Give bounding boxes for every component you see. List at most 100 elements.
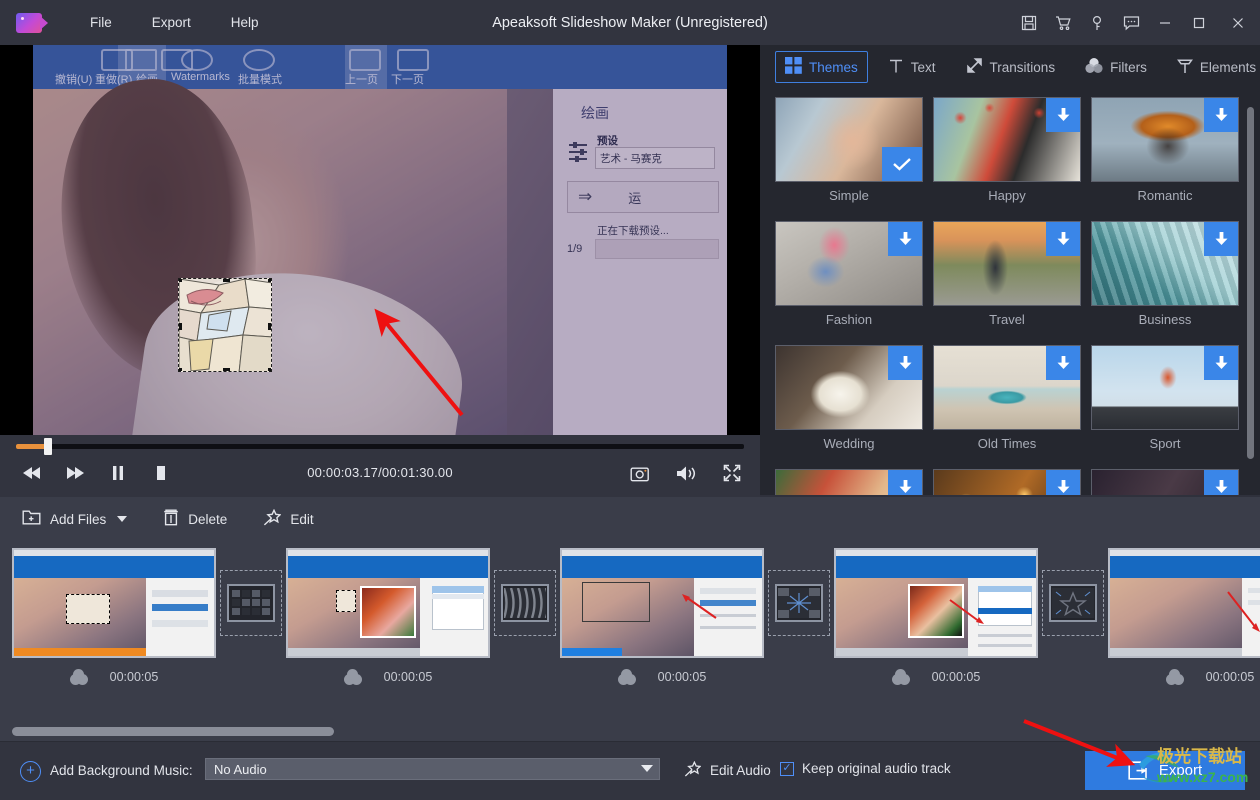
transition-slot[interactable]: [768, 548, 830, 658]
theme-thumbnail[interactable]: [775, 469, 923, 495]
timeline-clip[interactable]: 00:00:05: [1108, 548, 1260, 685]
theme-thumbnail[interactable]: [1091, 345, 1239, 430]
transition-slot[interactable]: [220, 548, 282, 658]
save-icon[interactable]: [1012, 0, 1046, 45]
blinds-transition-icon[interactable]: [501, 584, 549, 622]
download-badge[interactable]: [1046, 222, 1080, 256]
add-files-button[interactable]: Add Files: [22, 509, 128, 529]
resize-handle[interactable]: [179, 368, 182, 371]
star-transition-icon[interactable]: [1049, 584, 1097, 622]
timeline[interactable]: 00:00:05 00:00:05 00:00:05 00:00:05 00:0…: [0, 541, 1260, 741]
menu-item-file[interactable]: File: [70, 11, 132, 34]
theme-thumbnail[interactable]: [933, 97, 1081, 182]
theme-card[interactable]: Wedding: [775, 345, 923, 451]
tab-elements[interactable]: Elements: [1167, 51, 1260, 83]
resize-handle[interactable]: [268, 323, 271, 330]
theme-card[interactable]: Romantic: [1091, 97, 1239, 203]
resize-handle[interactable]: [179, 323, 182, 330]
filter-blob-icon[interactable]: [343, 669, 362, 685]
filter-blob-icon[interactable]: [891, 669, 910, 685]
menu-item-export[interactable]: Export: [132, 11, 211, 34]
tab-filters[interactable]: Filters: [1075, 51, 1157, 83]
theme-thumbnail[interactable]: [933, 469, 1081, 495]
chevron-down-icon[interactable]: [117, 516, 128, 522]
themes-scrollbar[interactable]: [1247, 107, 1254, 479]
clip-thumbnail[interactable]: [12, 548, 216, 658]
timeline-clip[interactable]: 00:00:05: [286, 548, 490, 685]
edit-button[interactable]: Edit: [263, 508, 314, 529]
zoom-out-transition-icon[interactable]: [775, 584, 823, 622]
timeline-clip[interactable]: 00:00:05: [12, 548, 216, 685]
filter-blob-icon[interactable]: [69, 669, 88, 685]
fullscreen-icon[interactable]: [720, 461, 744, 485]
theme-card[interactable]: Business: [1091, 221, 1239, 327]
cart-icon[interactable]: [1046, 0, 1080, 45]
theme-thumbnail[interactable]: [1091, 469, 1239, 495]
themes-scrollbar-thumb[interactable]: [1247, 107, 1254, 459]
theme-card[interactable]: [933, 469, 1081, 495]
download-badge[interactable]: [1046, 470, 1080, 495]
edit-audio-button[interactable]: Edit Audio: [684, 760, 771, 780]
theme-card[interactable]: [775, 469, 923, 495]
tab-transitions[interactable]: Transitions: [956, 51, 1066, 83]
seek-handle[interactable]: [44, 438, 52, 455]
timeline-clip[interactable]: 00:00:05: [560, 548, 764, 685]
themes-scroll-area[interactable]: Simple Happy Romantic Fashion Travel Bus…: [760, 89, 1260, 495]
key-icon[interactable]: [1080, 0, 1114, 45]
download-badge[interactable]: [888, 346, 922, 380]
transition-slot[interactable]: [1042, 548, 1104, 658]
clip-thumbnail[interactable]: [1108, 548, 1260, 658]
theme-thumbnail[interactable]: [933, 345, 1081, 430]
download-badge[interactable]: [888, 470, 922, 495]
clip-thumbnail[interactable]: [560, 548, 764, 658]
volume-icon[interactable]: [674, 461, 698, 485]
theme-thumbnail[interactable]: [775, 221, 923, 306]
transition-slot[interactable]: [494, 548, 556, 658]
export-button[interactable]: Export: [1085, 751, 1245, 790]
menu-item-help[interactable]: Help: [211, 11, 279, 34]
timeline-clip[interactable]: 00:00:05: [834, 548, 1038, 685]
audio-select[interactable]: No Audio: [205, 758, 660, 780]
resize-handle[interactable]: [268, 368, 271, 371]
download-badge[interactable]: [1046, 98, 1080, 132]
download-badge[interactable]: [1204, 98, 1238, 132]
download-badge[interactable]: [1204, 346, 1238, 380]
theme-thumbnail[interactable]: [1091, 221, 1239, 306]
download-badge[interactable]: [1204, 222, 1238, 256]
add-music-icon[interactable]: +: [20, 761, 41, 782]
resize-handle[interactable]: [179, 279, 182, 282]
download-badge[interactable]: [888, 222, 922, 256]
mosaic-transition-icon[interactable]: [227, 584, 275, 622]
theme-card[interactable]: Fashion: [775, 221, 923, 327]
close-icon[interactable]: [1216, 0, 1260, 45]
theme-thumbnail[interactable]: [933, 221, 1081, 306]
resize-handle[interactable]: [268, 279, 271, 282]
filter-blob-icon[interactable]: [1165, 669, 1184, 685]
chevron-down-icon[interactable]: [641, 765, 653, 772]
seek-slider[interactable]: [16, 438, 744, 455]
theme-thumbnail[interactable]: [775, 345, 923, 430]
download-badge[interactable]: [1046, 346, 1080, 380]
timeline-scrollbar-thumb[interactable]: [12, 727, 334, 736]
delete-button[interactable]: Delete: [163, 509, 227, 529]
theme-card[interactable]: Old Times: [933, 345, 1081, 451]
theme-thumbnail[interactable]: [775, 97, 923, 182]
timeline-scrollbar[interactable]: [12, 727, 1248, 736]
minimize-icon[interactable]: [1148, 0, 1182, 45]
filter-blob-icon[interactable]: [617, 669, 636, 685]
theme-card[interactable]: [1091, 469, 1239, 495]
selection-marquee[interactable]: [178, 278, 272, 372]
maximize-icon[interactable]: [1182, 0, 1216, 45]
resize-handle[interactable]: [223, 368, 230, 371]
snapshot-icon[interactable]: [628, 461, 652, 485]
preview-area[interactable]: 撤销(U) 重做(R) 绘画 Watermarks 批量模式 上一页 下一页 绘…: [0, 45, 760, 435]
theme-card[interactable]: Simple: [775, 97, 923, 203]
theme-card[interactable]: Happy: [933, 97, 1081, 203]
theme-card[interactable]: Travel: [933, 221, 1081, 327]
clip-thumbnail[interactable]: [834, 548, 1038, 658]
download-badge[interactable]: [1204, 470, 1238, 495]
keep-original-audio-checkbox[interactable]: ✓ Keep original audio track: [780, 761, 951, 776]
feedback-icon[interactable]: [1114, 0, 1148, 45]
theme-thumbnail[interactable]: [1091, 97, 1239, 182]
tab-themes[interactable]: Themes: [775, 51, 868, 83]
